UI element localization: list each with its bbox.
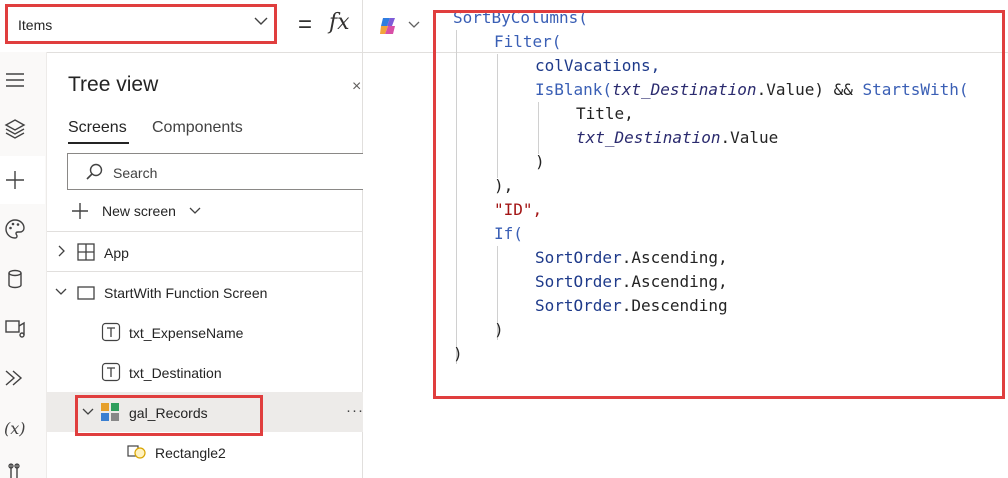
equals-sign: = [298, 11, 313, 38]
search-placeholder: Search [113, 165, 158, 181]
active-tab-indicator [68, 142, 129, 144]
plus-icon[interactable] [70, 201, 90, 221]
insert-plus-icon[interactable] [3, 168, 27, 192]
close-icon[interactable]: × [352, 78, 361, 96]
copilot-icon[interactable] [378, 15, 400, 37]
tree-item-app[interactable]: App [104, 245, 129, 261]
chevron-down-icon[interactable] [54, 285, 68, 299]
divider [47, 271, 363, 272]
chevron-down-icon[interactable] [406, 17, 422, 33]
text-input-icon [101, 322, 121, 342]
tree-item-txt-destination[interactable]: txt_Destination [129, 365, 222, 381]
screen-icon [77, 286, 95, 300]
left-rail [0, 52, 47, 478]
tab-components[interactable]: Components [152, 119, 243, 137]
database-icon[interactable] [3, 267, 27, 291]
tab-screens[interactable]: Screens [68, 119, 127, 137]
layers-icon[interactable] [3, 117, 27, 141]
new-screen-button[interactable]: New screen [102, 203, 176, 219]
tree-item-rectangle2[interactable]: Rectangle2 [155, 445, 226, 461]
text-input-icon [101, 362, 121, 382]
tree-item-txt-expensename[interactable]: txt_ExpenseName [129, 325, 243, 341]
more-options-icon[interactable]: ··· [346, 402, 364, 419]
chevron-right-icon[interactable] [54, 244, 68, 258]
search-input[interactable] [67, 153, 363, 190]
tree-view-title: Tree view [68, 73, 159, 96]
code-highlight-box [433, 10, 1005, 399]
chevron-down-icon[interactable] [188, 204, 202, 218]
tools-icon[interactable] [6, 462, 24, 478]
media-icon[interactable] [3, 316, 27, 340]
variables-icon[interactable]: (x) [3, 416, 29, 440]
gallery-highlight-box [75, 395, 263, 436]
tree-item-screen[interactable]: StartWith Function Screen [104, 285, 267, 301]
rectangle-shape-icon [127, 445, 146, 459]
svg-text:(x): (x) [4, 419, 26, 438]
property-highlight-box [5, 4, 277, 44]
hamburger-menu-icon[interactable] [3, 68, 27, 92]
palette-icon[interactable] [3, 217, 27, 241]
divider [47, 231, 363, 232]
fx-icon[interactable]: fx [329, 10, 350, 35]
power-automate-icon[interactable] [3, 366, 27, 390]
search-icon [86, 163, 103, 180]
app-icon [77, 243, 95, 261]
